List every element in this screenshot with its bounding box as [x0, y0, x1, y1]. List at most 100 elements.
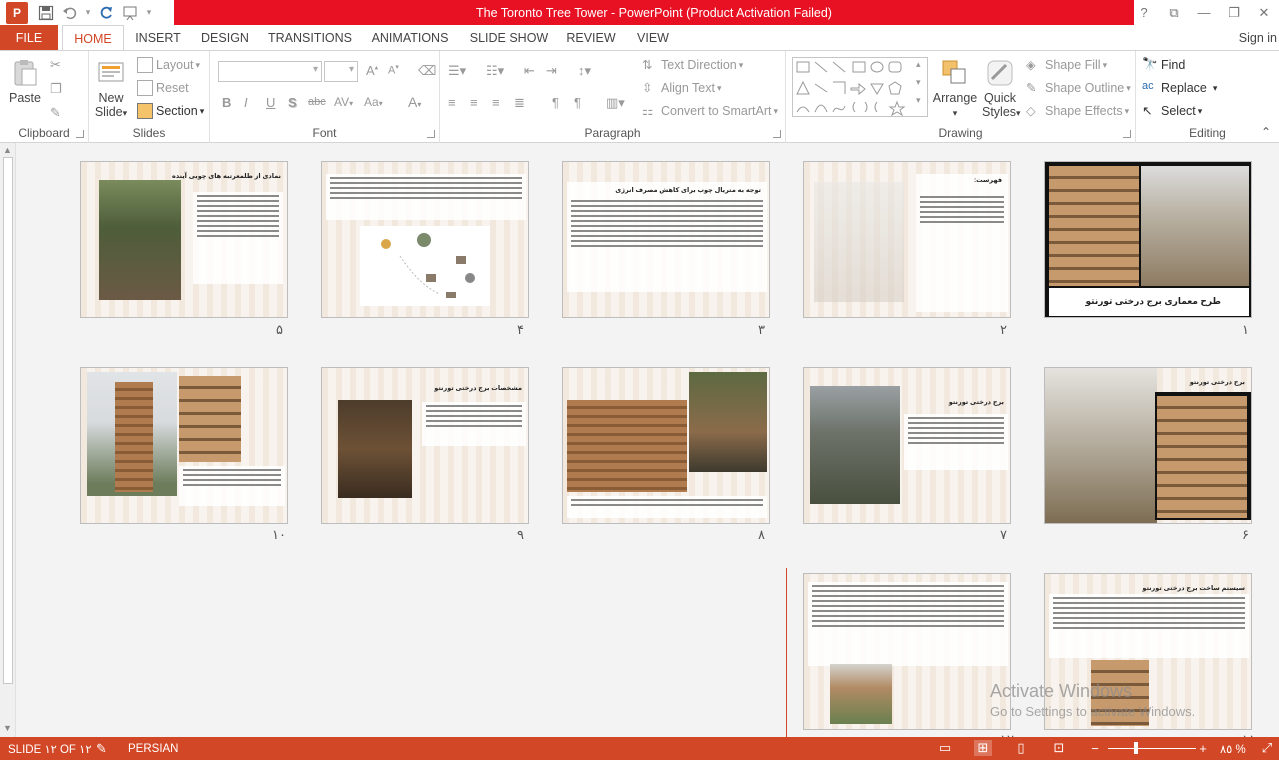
quick-styles-button[interactable]: Quick Styles▾	[982, 57, 1021, 120]
shape-effects-button[interactable]: ◇ Shape Effects ▾	[1026, 103, 1129, 119]
tab-insert[interactable]: INSERT	[130, 25, 186, 50]
slide-thumbnail-4[interactable]	[321, 161, 529, 318]
decrease-indent-icon[interactable]: ⇤	[524, 63, 535, 79]
shapes-scroll-down-icon[interactable]: ▾	[916, 77, 921, 88]
slide-sorter-view-icon[interactable]: ⊞	[974, 740, 992, 756]
scroll-thumb[interactable]	[3, 157, 13, 684]
slide-thumbnail-8[interactable]	[562, 367, 770, 524]
columns-icon[interactable]: ▥▾	[606, 95, 625, 111]
tab-file[interactable]: FILE	[0, 25, 58, 50]
arrange-button[interactable]: Arrange ▾	[932, 57, 978, 120]
help-icon[interactable]: ?	[1129, 0, 1159, 25]
drawing-launcher-icon[interactable]	[1123, 130, 1131, 138]
normal-view-icon[interactable]: ▭	[936, 740, 954, 756]
close-icon[interactable]: ✕	[1249, 0, 1279, 25]
numbering-icon[interactable]: ☷▾	[486, 63, 504, 79]
slide-thumbnail-7[interactable]: برج درختی تورنتو	[803, 367, 1011, 524]
justify-icon[interactable]: ≣	[514, 95, 525, 111]
paste-button[interactable]: Paste	[4, 57, 46, 105]
proofing-icon[interactable]: ✎	[96, 737, 107, 760]
italic-button[interactable]: I	[244, 95, 248, 110]
zoom-slider-handle[interactable]	[1134, 742, 1138, 754]
reset-button[interactable]: Reset	[137, 80, 189, 96]
select-button[interactable]: ↖ Select ▾	[1142, 103, 1202, 119]
ltr-direction-icon[interactable]: ¶	[552, 95, 559, 110]
character-spacing-button[interactable]: AV▾	[334, 95, 353, 109]
change-case-button[interactable]: Aa▾	[364, 95, 383, 109]
tab-transitions[interactable]: TRANSITIONS	[266, 25, 354, 50]
clipboard-launcher-icon[interactable]	[76, 130, 84, 138]
bullets-icon[interactable]: ☰▾	[448, 63, 466, 79]
tab-slide-show[interactable]: SLIDE SHOW	[466, 25, 552, 50]
slideshow-view-icon[interactable]: ⊡	[1050, 740, 1068, 756]
redo-icon[interactable]	[94, 0, 118, 25]
scroll-up-icon[interactable]: ▲	[3, 145, 12, 155]
shapes-scroll-up-icon[interactable]: ▴	[916, 59, 921, 70]
strikethrough-button[interactable]: abc	[308, 96, 326, 108]
start-slideshow-icon[interactable]	[118, 0, 142, 25]
convert-smartart-button[interactable]: ⚏ Convert to SmartArt ▾	[642, 103, 778, 119]
line-spacing-icon[interactable]: ↕▾	[578, 63, 591, 79]
ribbon-display-icon[interactable]: ⧉	[1159, 0, 1189, 25]
shapes-more-icon[interactable]: ▾	[916, 95, 921, 106]
scroll-down-icon[interactable]: ▼	[3, 723, 12, 733]
shapes-gallery[interactable]	[792, 57, 928, 117]
zoom-out-icon[interactable]: −	[1086, 740, 1104, 756]
slide-thumbnail-5[interactable]: نمادی از ظلمعرتبه های چوبی آینده	[80, 161, 288, 318]
zoom-in-icon[interactable]: +	[1194, 740, 1212, 756]
zoom-slider[interactable]	[1108, 748, 1196, 749]
font-launcher-icon[interactable]	[427, 130, 435, 138]
slide-thumbnail-3[interactable]: توجه به متریال چوب برای کاهش مصرف انرژی	[562, 161, 770, 318]
tab-view[interactable]: VIEW	[630, 25, 676, 50]
fit-to-window-icon[interactable]: ⤢	[1258, 740, 1276, 756]
text-direction-button[interactable]: ⇅ Text Direction ▾	[642, 57, 743, 73]
align-text-button[interactable]: ⇳ Align Text ▾	[642, 80, 722, 96]
clear-formatting-icon[interactable]: ⌫	[418, 63, 436, 79]
slide-thumbnail-9[interactable]: مشخصات برج درختی تورنتو	[321, 367, 529, 524]
underline-button[interactable]: U	[266, 95, 275, 110]
new-slide-button[interactable]: New Slide▾	[91, 57, 131, 120]
save-icon[interactable]	[34, 0, 58, 25]
shape-fill-button[interactable]: ◈ Shape Fill ▾	[1026, 57, 1107, 73]
restore-icon[interactable]: ❐	[1219, 0, 1249, 25]
slide-thumbnail-1[interactable]: طرح معماری برج درختی تورنتو	[1044, 161, 1252, 318]
tab-review[interactable]: REVIEW	[562, 25, 620, 50]
paragraph-launcher-icon[interactable]	[773, 130, 781, 138]
replace-button[interactable]: ac Replace ▾	[1142, 80, 1217, 96]
zoom-level[interactable]: ٨٥ %	[1220, 737, 1246, 760]
slide-thumbnail-2[interactable]: فهرست:	[803, 161, 1011, 318]
undo-icon[interactable]	[58, 0, 82, 25]
font-color-button[interactable]: A▾	[408, 94, 421, 110]
language-indicator[interactable]: PERSIAN	[128, 737, 179, 760]
shape-outline-button[interactable]: ✎ Shape Outline ▾	[1026, 80, 1131, 96]
tab-design[interactable]: DESIGN	[196, 25, 254, 50]
format-painter-icon[interactable]: ✎	[50, 105, 61, 121]
copy-icon[interactable]: ❐	[50, 81, 62, 97]
collapse-ribbon-icon[interactable]: ⌃	[1261, 125, 1271, 139]
sign-in-link[interactable]: Sign in	[1239, 25, 1279, 50]
font-size-combo[interactable]	[324, 61, 358, 82]
find-button[interactable]: 🔭 Find	[1142, 57, 1185, 73]
slide-thumbnail-10[interactable]	[80, 367, 288, 524]
shadow-button[interactable]: S	[288, 95, 297, 110]
slide-thumbnail-12[interactable]	[803, 573, 1011, 730]
decrease-font-icon[interactable]: A▾	[388, 63, 399, 77]
bold-button[interactable]: B	[222, 95, 231, 110]
align-left-icon[interactable]: ≡	[448, 95, 456, 110]
increase-indent-icon[interactable]: ⇥	[546, 63, 557, 79]
section-button[interactable]: Section ▾	[137, 103, 204, 119]
minimize-icon[interactable]: —	[1189, 0, 1219, 25]
increase-font-icon[interactable]: A▴	[366, 63, 378, 78]
rtl-direction-icon[interactable]: ¶	[574, 95, 581, 110]
undo-dropdown-icon[interactable]: ▾	[82, 0, 94, 25]
tab-home[interactable]: HOME	[62, 25, 124, 51]
slide-thumbnail-6[interactable]: برج درختی تورنتو	[1044, 367, 1252, 524]
customize-qat-icon[interactable]: ▾	[142, 0, 156, 25]
cut-icon[interactable]: ✂	[50, 57, 61, 73]
font-name-combo[interactable]	[218, 61, 322, 82]
reading-view-icon[interactable]: ▯	[1012, 740, 1030, 756]
tab-animations[interactable]: ANIMATIONS	[366, 25, 454, 50]
align-center-icon[interactable]: ≡	[470, 95, 478, 110]
align-right-icon[interactable]: ≡	[492, 95, 500, 110]
layout-button[interactable]: Layout ▾	[137, 57, 200, 73]
